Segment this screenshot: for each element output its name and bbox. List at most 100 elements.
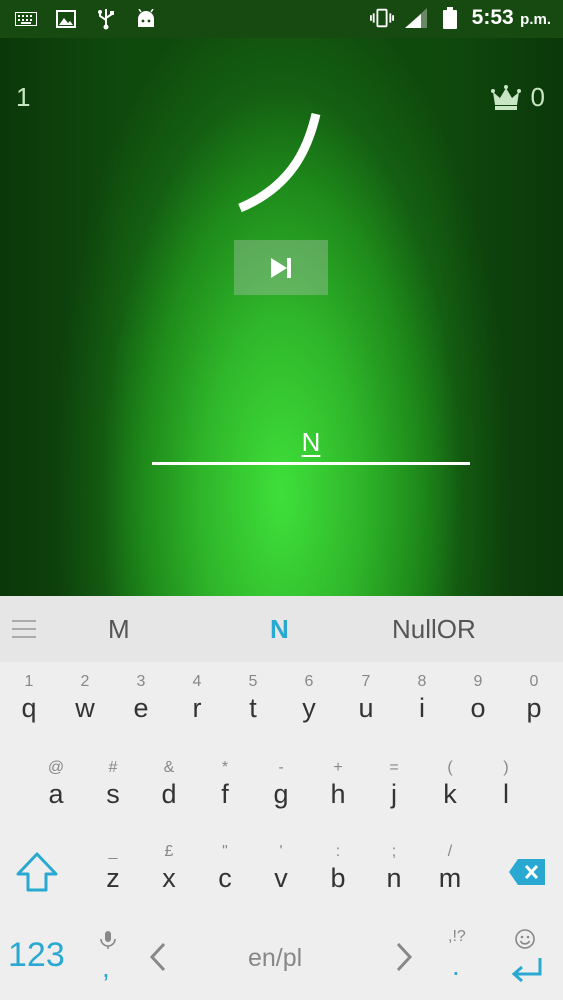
key-h[interactable]: + h — [310, 758, 366, 810]
key-s[interactable]: # s — [85, 758, 141, 810]
skip-button[interactable] — [234, 240, 328, 295]
key-hint: @ — [47, 759, 65, 776]
key-r[interactable]: 4r — [169, 672, 225, 724]
key-label: d — [161, 779, 177, 809]
key-hint: + — [333, 759, 343, 776]
key-i[interactable]: 8i — [394, 672, 450, 724]
key-label: n — [386, 863, 402, 893]
clock: 5:53 p.m. — [472, 6, 551, 30]
key-a[interactable]: @ a — [28, 758, 84, 810]
key-hint: = — [389, 759, 399, 776]
key-label: w — [75, 693, 95, 723]
period-key[interactable]: . — [452, 950, 460, 982]
suggestion-3[interactable]: NullOR — [392, 614, 476, 645]
key-v[interactable]: ' v — [253, 842, 309, 894]
crown-icon — [490, 84, 521, 110]
key-hint: - — [278, 759, 284, 776]
key-hint: 3 — [136, 673, 146, 690]
key-hint: : — [335, 843, 341, 860]
answer-text[interactable]: N — [152, 427, 470, 458]
emoji-icon[interactable] — [514, 928, 536, 950]
key-d[interactable]: & d — [141, 758, 197, 810]
key-c[interactable]: " c — [197, 842, 253, 894]
key-l[interactable]: ) l — [478, 758, 534, 810]
menu-icon[interactable] — [12, 618, 36, 640]
key-hint: 9 — [473, 673, 483, 690]
battery-icon — [438, 7, 462, 29]
key-hint: 6 — [304, 673, 314, 690]
key-f[interactable]: * f — [197, 758, 253, 810]
enter-icon[interactable] — [510, 956, 544, 984]
key-p[interactable]: 0p — [506, 672, 562, 724]
key-hint: ; — [391, 843, 397, 860]
comma-key[interactable]: , — [102, 952, 110, 984]
score-value: 0 — [530, 82, 545, 112]
key-label: k — [443, 779, 457, 809]
key-hint: 2 — [80, 673, 90, 690]
level-counter: 1 — [16, 82, 31, 112]
key-label: o — [470, 693, 486, 723]
keyboard: 1q 2w 3e 4r 5t 6y 7u 8i 9o 0p @ a # s & d *… — [0, 662, 563, 1000]
time-text: 5:53 — [471, 6, 514, 29]
key-label: u — [358, 693, 374, 723]
key-t[interactable]: 5t — [225, 672, 281, 724]
language-switch[interactable]: en/pl — [248, 944, 302, 973]
key-hint: " — [222, 843, 228, 860]
key-label: y — [302, 693, 316, 723]
suggestion-strip: M N NullOR — [0, 596, 563, 663]
key-label: t — [249, 693, 257, 723]
game-area: 1 0 N — [0, 38, 563, 596]
key-g[interactable]: -g — [253, 758, 309, 810]
period-hint: ,!? — [448, 928, 466, 945]
key-m[interactable]: / m — [422, 842, 478, 894]
key-label: r — [192, 693, 202, 723]
numbers-key[interactable]: 123 — [8, 936, 65, 975]
key-label: h — [330, 779, 346, 809]
key-o[interactable]: 9o — [450, 672, 506, 724]
key-label: b — [330, 863, 346, 893]
key-hint: ) — [503, 759, 509, 776]
key-hint: _ — [108, 843, 118, 860]
key-label: c — [218, 863, 232, 893]
key-b[interactable]: :b — [310, 842, 366, 894]
key-label: z — [106, 863, 120, 893]
key-hint: & — [163, 759, 175, 776]
key-label: s — [106, 779, 120, 809]
key-label: a — [48, 779, 64, 809]
key-hint: ( — [447, 759, 453, 776]
key-hint: 8 — [417, 673, 427, 690]
key-q[interactable]: 1q — [1, 672, 57, 724]
suggestion-1[interactable]: M — [108, 614, 130, 645]
key-hint: / — [447, 843, 453, 860]
key-w[interactable]: 2w — [57, 672, 113, 724]
key-hint: ' — [279, 843, 283, 860]
usb-icon — [94, 8, 118, 30]
key-y[interactable]: 6y — [281, 672, 337, 724]
key-label: p — [526, 693, 542, 723]
key-j[interactable]: = j — [366, 758, 422, 810]
key-label: v — [274, 863, 288, 893]
key-label: m — [438, 863, 462, 893]
mic-icon[interactable] — [96, 930, 120, 950]
key-label: i — [419, 693, 425, 723]
key-z[interactable]: _ z — [85, 842, 141, 894]
key-x[interactable]: £ x — [141, 842, 197, 894]
key-label: q — [21, 693, 37, 723]
key-hint: 5 — [248, 673, 258, 690]
key-hint: 0 — [529, 673, 539, 690]
chevron-right-icon[interactable] — [392, 940, 416, 974]
key-hint: 1 — [24, 673, 34, 690]
key-k[interactable]: (k — [422, 758, 478, 810]
key-hint: 7 — [361, 673, 371, 690]
chevron-left-icon[interactable] — [146, 940, 170, 974]
key-u[interactable]: 7u — [338, 672, 394, 724]
status-bar: 5:53 p.m. — [0, 0, 563, 38]
key-label: j — [391, 779, 397, 809]
key-e[interactable]: 3e — [113, 672, 169, 724]
key-hint: £ — [164, 843, 174, 860]
suggestion-2[interactable]: N — [270, 614, 289, 645]
ampm-text: p.m. — [520, 11, 551, 28]
key-n[interactable]: ; n — [366, 842, 422, 894]
shift-icon[interactable] — [14, 850, 60, 894]
backspace-icon[interactable] — [508, 858, 546, 886]
